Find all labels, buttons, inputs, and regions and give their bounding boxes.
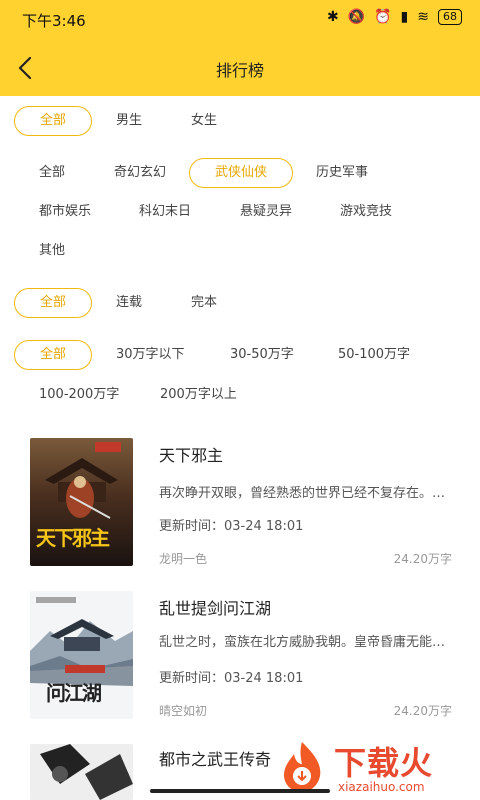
book-description: 乱世之时，蛮族在北方威胁我朝。皇帝昏庸无能… [159, 635, 446, 650]
status-time: 下午3:46 [22, 12, 86, 30]
watermark-url: xiazaihuo.com [338, 780, 425, 794]
filter-words-100-200w[interactable]: 100-200万字 [39, 380, 119, 410]
bluetooth-icon: ✱ [326, 9, 339, 25]
filter-status-serial[interactable]: 连载 [116, 288, 142, 318]
book-list-item[interactable]: 问江湖 乱世提剑问江湖 乱世之时，蛮族在北方威胁我朝。皇帝昏庸无能… 更新时间：… [0, 591, 480, 721]
filter-category-urban[interactable]: 都市娱乐 [39, 197, 91, 227]
book-word-count: 24.20万字 [393, 704, 452, 718]
filter-category-fantasy[interactable]: 奇幻玄幻 [114, 158, 166, 188]
book-word-count: 24.20万字 [393, 552, 452, 566]
filter-category-wuxia[interactable]: 武侠仙侠 [189, 158, 293, 188]
filter-words-30-50w[interactable]: 30-50万字 [230, 340, 294, 370]
gesture-home-bar[interactable] [150, 789, 330, 793]
book-cover[interactable]: 天下邪主 [30, 438, 133, 566]
filter-category-game[interactable]: 游戏竞技 [340, 197, 392, 227]
signal-icon: ▮ [400, 9, 409, 25]
status-icons: ✱ 🔕 ⏰ ▮ ≋ 68 [327, 9, 462, 25]
book-updated-time: 更新时间：03-24 18:01 [159, 519, 304, 534]
filter-words-under-30w[interactable]: 30万字以下 [116, 340, 185, 370]
page-title: 排行榜 [215, 61, 264, 80]
book-description: 再次睁开双眼，曾经熟悉的世界已经不复存在。… [159, 486, 446, 501]
book-author: 龙明一色 [159, 552, 208, 566]
filter-gender-male[interactable]: 男生 [116, 106, 142, 136]
book-cover[interactable] [30, 744, 133, 800]
filter-category-scifi[interactable]: 科幻末日 [139, 197, 191, 227]
filter-category-all[interactable]: 全部 [39, 158, 65, 188]
watermark-text: 下载火 [334, 744, 434, 782]
filter-status-all[interactable]: 全部 [14, 288, 92, 318]
book-list-item[interactable]: 天下邪主 天下邪主 再次睁开双眼，曾经熟悉的世界已经不复存在。… 更新时间：03… [0, 438, 480, 568]
filter-status-complete[interactable]: 完本 [191, 288, 217, 318]
filter-gender-all[interactable]: 全部 [14, 106, 92, 136]
mute-bell-icon: 🔕 [347, 9, 366, 25]
book-title[interactable]: 乱世提剑问江湖 [159, 595, 271, 619]
book-title[interactable]: 天下邪主 [159, 442, 223, 466]
book-cover-title: 问江湖 [46, 681, 102, 705]
book-cover[interactable]: 问江湖 [30, 591, 133, 719]
filter-category-other[interactable]: 其他 [39, 236, 65, 266]
alarm-icon: ⏰ [374, 9, 392, 25]
filter-words-all[interactable]: 全部 [14, 340, 92, 370]
book-cover-title: 天下邪主 [36, 526, 110, 550]
filter-words-50-100w[interactable]: 50-100万字 [338, 340, 410, 370]
filter-gender-female[interactable]: 女生 [191, 106, 217, 136]
filter-category-history[interactable]: 历史军事 [316, 158, 368, 188]
filter-words-over-200w[interactable]: 200万字以上 [160, 380, 237, 410]
book-author: 晴空如初 [159, 704, 208, 718]
book-updated-time: 更新时间：03-24 18:01 [159, 671, 304, 686]
battery-icon: 68 [438, 9, 462, 25]
nav-bar: 排行榜 [0, 40, 480, 96]
filter-category-mystery[interactable]: 悬疑灵异 [240, 197, 292, 227]
header-bar: 下午3:46 ✱ 🔕 ⏰ ▮ ≋ 68 排行榜 [0, 0, 480, 96]
flame-logo-icon [284, 742, 321, 792]
book-title[interactable]: 都市之武王传奇 [159, 746, 271, 770]
wifi-icon: ≋ [417, 9, 429, 25]
status-bar: 下午3:46 ✱ 🔕 ⏰ ▮ ≋ 68 [0, 0, 480, 40]
